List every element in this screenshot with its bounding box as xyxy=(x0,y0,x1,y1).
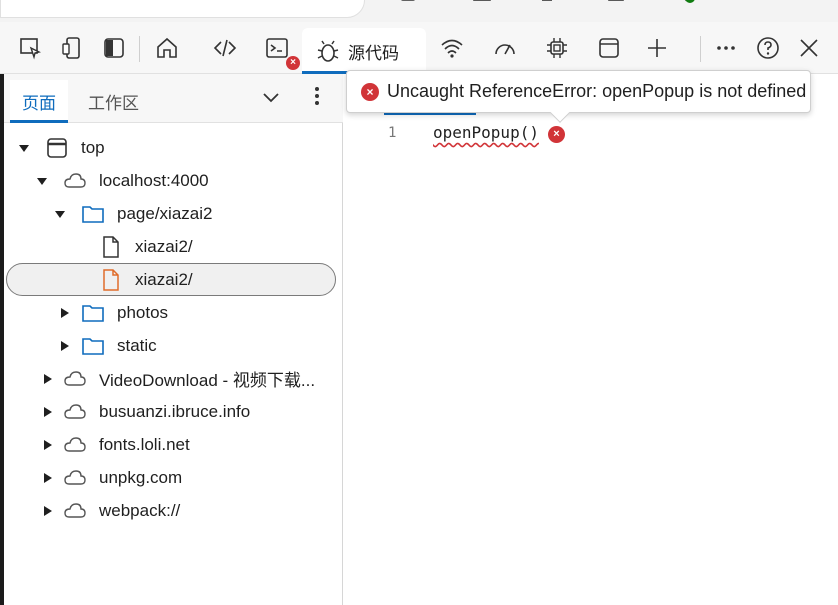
tree-item-label: xiazai2/ xyxy=(135,269,193,289)
file-icon xyxy=(103,268,119,291)
performance-icon[interactable] xyxy=(487,30,523,66)
device-emulation-icon[interactable] xyxy=(54,30,90,66)
tree-item-file[interactable]: xiazai2/ xyxy=(4,230,339,263)
tab-sources[interactable]: 源代码 xyxy=(302,28,426,74)
network-icon[interactable] xyxy=(434,30,470,66)
cloud-icon xyxy=(64,469,86,485)
tree-item-folder-photos[interactable]: photos xyxy=(4,296,339,329)
line-number: 1 xyxy=(388,125,397,141)
code-line[interactable]: openPopup() xyxy=(433,123,539,142)
more-tools-icon[interactable] xyxy=(708,30,744,66)
copilot-icon[interactable] xyxy=(794,0,824,10)
frame-icon xyxy=(47,137,67,158)
error-marker-icon[interactable]: × xyxy=(548,126,565,143)
tree-item-folder-page-xiazai2[interactable]: page/xiazai2 xyxy=(4,197,339,230)
inspect-icon[interactable] xyxy=(12,30,48,66)
tab-sources-label: 源代码 xyxy=(348,43,399,63)
error-icon: × xyxy=(361,83,379,101)
error-message: Uncaught ReferenceError: openPopup is no… xyxy=(387,81,807,101)
expanded-arrow-icon[interactable] xyxy=(19,143,29,153)
tree-item-top[interactable]: top xyxy=(4,131,339,164)
tree-item-folder-static[interactable]: static xyxy=(4,329,339,362)
file-icon xyxy=(103,235,119,258)
cloud-icon xyxy=(64,370,86,386)
expanded-arrow-icon[interactable] xyxy=(55,209,65,219)
cloud-icon xyxy=(64,172,86,188)
folder-icon xyxy=(82,337,104,355)
tree-item-label: photos xyxy=(117,302,169,322)
tree-item-label: top xyxy=(81,137,105,157)
extensions-icon[interactable] xyxy=(398,0,418,10)
tab-workspace[interactable]: 工作区 xyxy=(76,80,151,123)
tree-item-label: fonts.loli.net xyxy=(99,434,190,454)
tree-item-origin-videodownload[interactable]: VideoDownload - 视频下载... xyxy=(4,362,339,395)
folder-icon xyxy=(82,205,104,223)
tree-item-label: static xyxy=(117,335,157,355)
tree-item-label: page/xiazai2 xyxy=(117,203,213,223)
memory-icon[interactable] xyxy=(539,30,575,66)
tree-item-origin-unpkg[interactable]: unpkg.com xyxy=(4,461,339,494)
folder-icon xyxy=(82,304,104,322)
tree-item-origin-fonts[interactable]: fonts.loli.net xyxy=(4,428,339,461)
cloud-icon xyxy=(64,403,86,419)
tree-item-label: webpack:// xyxy=(99,500,181,520)
tab-page-label: 页面 xyxy=(22,94,56,113)
collapsed-arrow-icon[interactable] xyxy=(43,406,53,417)
elements-icon[interactable] xyxy=(207,30,243,66)
application-icon[interactable] xyxy=(591,30,627,66)
tab-workspace-label: 工作区 xyxy=(88,94,139,113)
collapsed-arrow-icon[interactable] xyxy=(43,439,53,450)
tree-item-origin-webpack[interactable]: webpack:// xyxy=(4,494,339,527)
sources-navigator: 页面 工作区 top localhost:4000 page/xiazai2 x… xyxy=(4,74,343,605)
cloud-icon xyxy=(64,502,86,518)
tree-item-origin-busuanzi[interactable]: busuanzi.ibruce.info xyxy=(4,395,339,428)
collapsed-arrow-icon[interactable] xyxy=(43,505,53,516)
close-icon[interactable] xyxy=(791,30,827,66)
browser-top-strip xyxy=(0,0,838,22)
tree-item-label: busuanzi.ibruce.info xyxy=(99,401,251,421)
tree-item-label: xiazai2/ xyxy=(135,236,193,256)
console-error-badge: × xyxy=(286,56,300,70)
bug-icon xyxy=(317,40,339,62)
collapsed-arrow-icon[interactable] xyxy=(60,340,70,351)
browser-essentials-icon[interactable] xyxy=(676,0,696,10)
split-screen-icon[interactable] xyxy=(472,0,492,10)
devtools-toolbar: × 源代码 xyxy=(0,22,838,74)
collapsed-arrow-icon[interactable] xyxy=(43,373,53,384)
navigator-tabs: 页面 工作区 xyxy=(4,74,343,123)
tree-item-label: localhost:4000 xyxy=(99,170,209,190)
expanded-arrow-icon[interactable] xyxy=(37,176,47,186)
address-bar-fragment[interactable] xyxy=(0,0,365,18)
tree-item-localhost[interactable]: localhost:4000 xyxy=(4,164,339,197)
error-tooltip: × Uncaught ReferenceError: openPopup is … xyxy=(346,70,811,123)
tree-item-file-selected[interactable]: xiazai2/ xyxy=(6,263,336,296)
tree-item-label: VideoDownload - 视频下载... xyxy=(99,371,316,390)
chevron-down-icon[interactable] xyxy=(260,86,282,108)
more-options-icon[interactable] xyxy=(307,84,327,108)
favorites-icon[interactable] xyxy=(540,0,560,10)
help-icon[interactable] xyxy=(750,30,786,66)
tree-item-label: unpkg.com xyxy=(99,467,183,487)
sidebar-toggle-icon[interactable] xyxy=(96,30,132,66)
console-icon[interactable]: × xyxy=(259,30,300,70)
collapsed-arrow-icon[interactable] xyxy=(43,472,53,483)
collections-icon[interactable] xyxy=(606,0,626,10)
collapsed-arrow-icon[interactable] xyxy=(60,307,70,318)
welcome-home-icon[interactable] xyxy=(149,30,185,66)
code-editor[interactable]: 1 openPopup() × xyxy=(344,74,838,605)
add-tool-icon[interactable] xyxy=(639,30,675,66)
cloud-icon xyxy=(64,436,86,452)
tab-page[interactable]: 页面 xyxy=(10,80,68,123)
